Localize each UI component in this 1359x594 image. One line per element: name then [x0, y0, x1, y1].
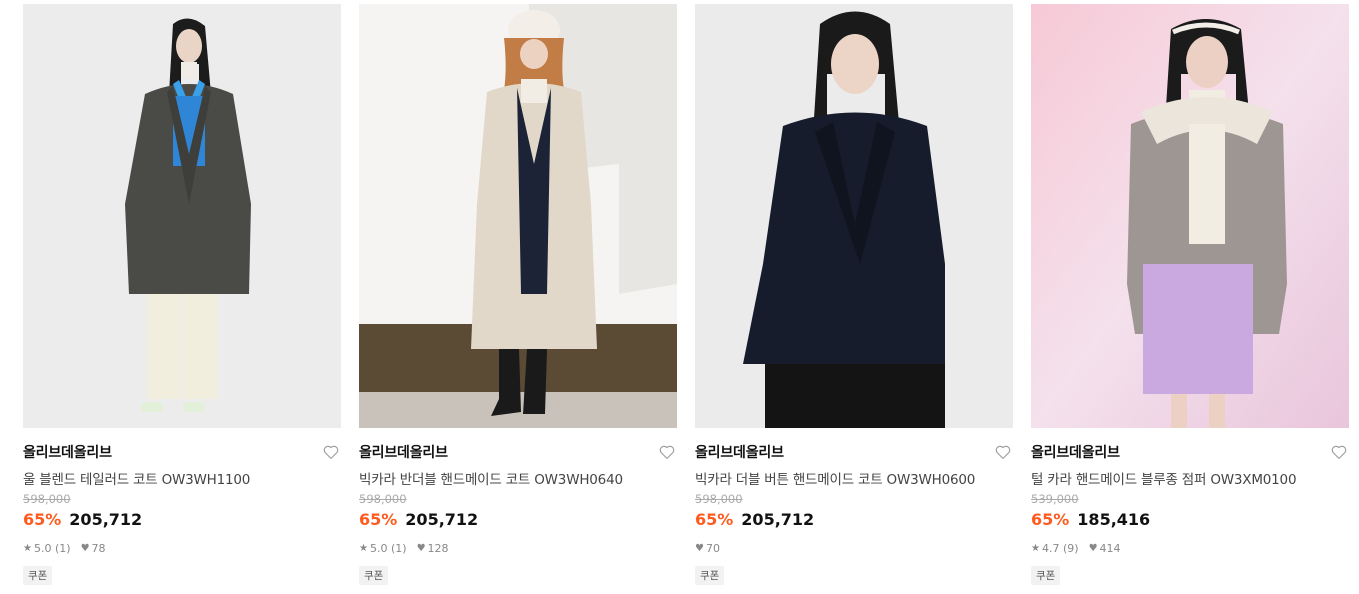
rating-value: 4.7 — [1041, 541, 1060, 555]
product-name[interactable]: 빅카라 반더블 핸드메이드 코트 OW3WH0640 — [359, 468, 677, 488]
price-row: 65% 185,416 — [1031, 510, 1349, 532]
sale-price: 205,712 — [69, 510, 143, 529]
discount-rate: 65% — [23, 510, 62, 529]
rating-group: ★ 4.7 (9) — [1031, 542, 1079, 555]
product-meta: ★ 5.0 (1) ♥ 78 — [23, 540, 341, 556]
product-meta: ★ 4.7 (9) ♥ 414 — [1031, 540, 1349, 556]
like-count: 78 — [91, 541, 106, 555]
product-card[interactable]: 올리브데올리브 빅카라 더블 버튼 핸드메이드 코트 OW3WH0600 598… — [695, 4, 1013, 585]
heart-filled-icon: ♥ — [1088, 542, 1098, 554]
product-image[interactable] — [23, 4, 341, 428]
likes-group: ♥ 70 — [695, 542, 720, 555]
product-name[interactable]: 털 카라 핸드메이드 블루종 점퍼 OW3XM0100 — [1031, 468, 1349, 488]
brand-name[interactable]: 올리브데올리브 — [1031, 442, 1120, 462]
product-card[interactable]: 올리브데올리브 울 블렌드 테일러드 코트 OW3WH1100 598,000 … — [23, 4, 341, 585]
price-row: 65% 205,712 — [359, 510, 677, 532]
heart-filled-icon: ♥ — [695, 542, 704, 554]
star-icon: ★ — [23, 542, 32, 554]
rating-group: ★ 5.0 (1) — [23, 542, 71, 555]
like-count: 414 — [1099, 541, 1121, 555]
product-image[interactable] — [359, 4, 677, 428]
heart-outline-icon[interactable] — [658, 443, 676, 461]
discount-rate: 65% — [695, 510, 734, 529]
brand-name[interactable]: 올리브데올리브 — [23, 442, 112, 462]
heart-outline-icon[interactable] — [994, 443, 1012, 461]
star-icon: ★ — [359, 542, 368, 554]
price-row: 65% 205,712 — [695, 510, 1013, 532]
original-price: 598,000 — [359, 492, 407, 506]
heart-filled-icon: ♥ — [416, 542, 426, 554]
coupon-badge: 쿠폰 — [23, 566, 53, 585]
sale-price: 205,712 — [741, 510, 815, 529]
product-meta: ♥ 70 — [695, 540, 1013, 556]
product-name[interactable]: 빅카라 더블 버튼 핸드메이드 코트 OW3WH0600 — [695, 468, 1013, 488]
brand-row: 올리브데올리브 — [23, 441, 341, 463]
sale-price: 185,416 — [1077, 510, 1151, 529]
product-meta: ★ 5.0 (1) ♥ 128 — [359, 540, 677, 556]
brand-row: 올리브데올리브 — [359, 441, 677, 463]
coupon-badge: 쿠폰 — [359, 566, 389, 585]
original-price: 598,000 — [23, 492, 71, 506]
product-image[interactable] — [1031, 4, 1349, 428]
sale-price: 205,712 — [405, 510, 479, 529]
rating-value: 5.0 — [33, 541, 52, 555]
product-grid: 올리브데올리브 울 블렌드 테일러드 코트 OW3WH1100 598,000 … — [0, 0, 1359, 594]
product-card[interactable]: 올리브데올리브 빅카라 반더블 핸드메이드 코트 OW3WH0640 598,0… — [359, 4, 677, 585]
original-price: 539,000 — [1031, 492, 1079, 506]
brand-row: 올리브데올리브 — [695, 441, 1013, 463]
heart-filled-icon: ♥ — [80, 542, 90, 554]
brand-name[interactable]: 올리브데올리브 — [695, 442, 784, 462]
likes-group: ♥ 128 — [417, 542, 449, 555]
likes-group: ♥ 414 — [1089, 542, 1121, 555]
heart-outline-icon[interactable] — [1330, 443, 1348, 461]
product-name[interactable]: 울 블렌드 테일러드 코트 OW3WH1100 — [23, 468, 341, 488]
price-row: 65% 205,712 — [23, 510, 341, 532]
like-count: 70 — [705, 541, 720, 555]
rating-value: 5.0 — [369, 541, 388, 555]
review-count: (9) — [1062, 541, 1079, 555]
coupon-badge: 쿠폰 — [1031, 566, 1061, 585]
brand-row: 올리브데올리브 — [1031, 441, 1349, 463]
like-count: 128 — [427, 541, 449, 555]
discount-rate: 65% — [1031, 510, 1070, 529]
star-icon: ★ — [1031, 542, 1040, 554]
product-image[interactable] — [695, 4, 1013, 428]
original-price: 598,000 — [695, 492, 743, 506]
heart-outline-icon[interactable] — [322, 443, 340, 461]
review-count: (1) — [390, 541, 407, 555]
likes-group: ♥ 78 — [81, 542, 106, 555]
product-card[interactable]: 올리브데올리브 털 카라 핸드메이드 블루종 점퍼 OW3XM0100 539,… — [1031, 4, 1349, 585]
rating-group: ★ 5.0 (1) — [359, 542, 407, 555]
discount-rate: 65% — [359, 510, 398, 529]
review-count: (1) — [54, 541, 71, 555]
brand-name[interactable]: 올리브데올리브 — [359, 442, 448, 462]
coupon-badge: 쿠폰 — [695, 566, 725, 585]
